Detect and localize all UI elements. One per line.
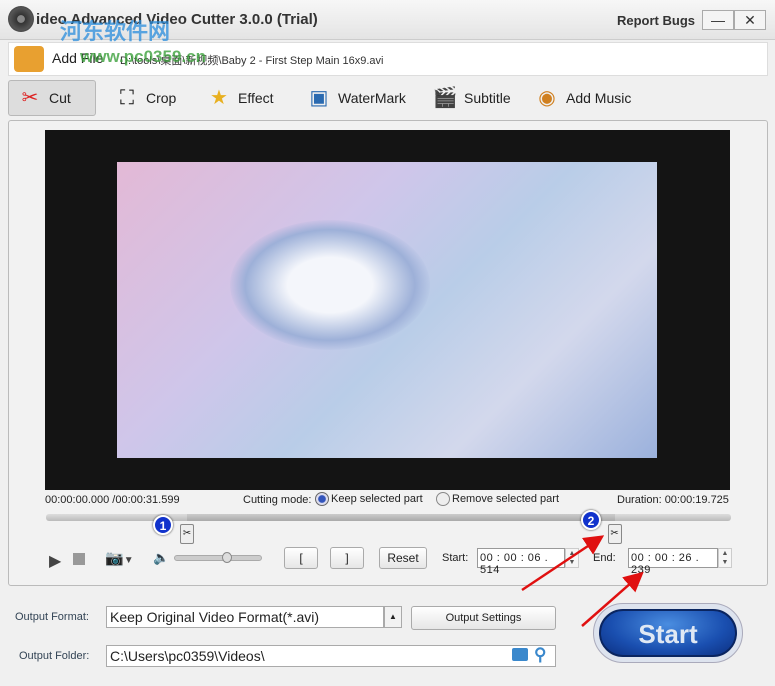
tab-label: Crop bbox=[146, 90, 177, 106]
music-icon: ◉ bbox=[538, 87, 556, 109]
output-format-select[interactable]: Keep Original Video Format(*.avi) bbox=[106, 606, 384, 628]
start-handle[interactable]: ✂ bbox=[180, 524, 195, 544]
tab-label: WaterMark bbox=[338, 90, 406, 106]
format-dropdown-button[interactable]: ▲ bbox=[384, 606, 402, 628]
snapshot-button[interactable]: 📷▼ bbox=[105, 549, 134, 567]
close-button[interactable]: ✕ bbox=[734, 10, 766, 30]
volume-slider[interactable] bbox=[174, 555, 262, 561]
output-folder-input[interactable]: C:\Users\pc0359\Videos\ bbox=[106, 645, 556, 667]
mark-in-button[interactable]: [ bbox=[284, 547, 318, 569]
camera-icon: 📷 bbox=[105, 550, 124, 567]
position-time: 00:00:00.000 /00:00:31.599 bbox=[45, 494, 180, 506]
marker-2-badge: 2 bbox=[581, 510, 601, 530]
cutting-mode-label: Cutting mode: bbox=[243, 494, 312, 506]
mode-remove-label: Remove selected part bbox=[452, 493, 559, 505]
tab-effect[interactable]: ★ Effect bbox=[198, 80, 282, 116]
volume-knob[interactable] bbox=[221, 552, 232, 563]
radio-unchecked-icon bbox=[436, 492, 450, 506]
tab-label: Subtitle bbox=[464, 90, 511, 106]
video-content bbox=[230, 220, 430, 350]
tab-crop[interactable]: ⛶ Crop bbox=[106, 80, 184, 116]
folder-icon[interactable] bbox=[512, 648, 528, 661]
tab-label: Cut bbox=[49, 90, 71, 106]
start-button[interactable]: Start bbox=[599, 609, 737, 657]
duration: Duration: 00:00:19.725 bbox=[617, 494, 729, 506]
mode-keep-label: Keep selected part bbox=[331, 493, 423, 505]
crop-icon: ⛶ bbox=[120, 87, 134, 109]
mode-keep-radio[interactable]: Keep selected part bbox=[315, 492, 423, 506]
scissors-icon: ✂ bbox=[21, 87, 39, 109]
tab-watermark[interactable]: ▣ WaterMark bbox=[298, 80, 414, 116]
app-logo-icon bbox=[8, 6, 34, 32]
tab-label: Effect bbox=[238, 90, 274, 106]
minimize-button[interactable]: — bbox=[702, 10, 734, 30]
output-folder-label: Output Folder: bbox=[19, 650, 90, 662]
marker-1-badge: 1 bbox=[153, 515, 173, 535]
search-icon[interactable]: ⚲ bbox=[534, 645, 546, 665]
end-time-stepper[interactable]: ▲ ▼ bbox=[718, 548, 732, 568]
volume-icon[interactable]: 🔈 bbox=[153, 550, 169, 566]
subtitle-icon: 🎬 bbox=[432, 87, 458, 109]
watermark-icon: ▣ bbox=[309, 87, 329, 109]
reset-button[interactable]: Reset bbox=[379, 547, 427, 569]
start-label: Start: bbox=[442, 552, 469, 564]
output-format-label: Output Format: bbox=[15, 611, 89, 623]
chevron-down-icon: ▼ bbox=[123, 555, 134, 566]
start-time-stepper[interactable]: ▲ ▼ bbox=[565, 548, 579, 568]
output-settings-button[interactable]: Output Settings bbox=[411, 606, 556, 630]
watermark-url: www.pc0359.cn bbox=[80, 47, 206, 66]
play-button[interactable]: ▶ bbox=[49, 551, 61, 571]
star-icon: ★ bbox=[210, 87, 228, 109]
tab-add-music[interactable]: ◉ Add Music bbox=[526, 80, 639, 116]
mark-out-button[interactable]: ] bbox=[330, 547, 364, 569]
start-time-input[interactable]: 00 : 00 : 06 . 514 bbox=[477, 548, 565, 576]
tab-subtitle[interactable]: 🎬 Subtitle bbox=[424, 80, 519, 116]
end-handle[interactable]: ✂ bbox=[607, 524, 622, 544]
tab-cut[interactable]: ✂ Cut bbox=[8, 80, 96, 116]
end-label: End: bbox=[593, 552, 616, 564]
radio-checked-icon bbox=[315, 492, 329, 506]
selected-range bbox=[187, 514, 615, 521]
mode-remove-radio[interactable]: Remove selected part bbox=[436, 492, 559, 506]
add-file-icon[interactable] bbox=[14, 46, 44, 72]
stop-button[interactable] bbox=[73, 553, 85, 565]
end-time-input[interactable]: 00 : 00 : 26 . 239 bbox=[628, 548, 718, 576]
tab-label: Add Music bbox=[566, 90, 632, 106]
report-bugs-link[interactable]: Report Bugs bbox=[617, 13, 695, 28]
